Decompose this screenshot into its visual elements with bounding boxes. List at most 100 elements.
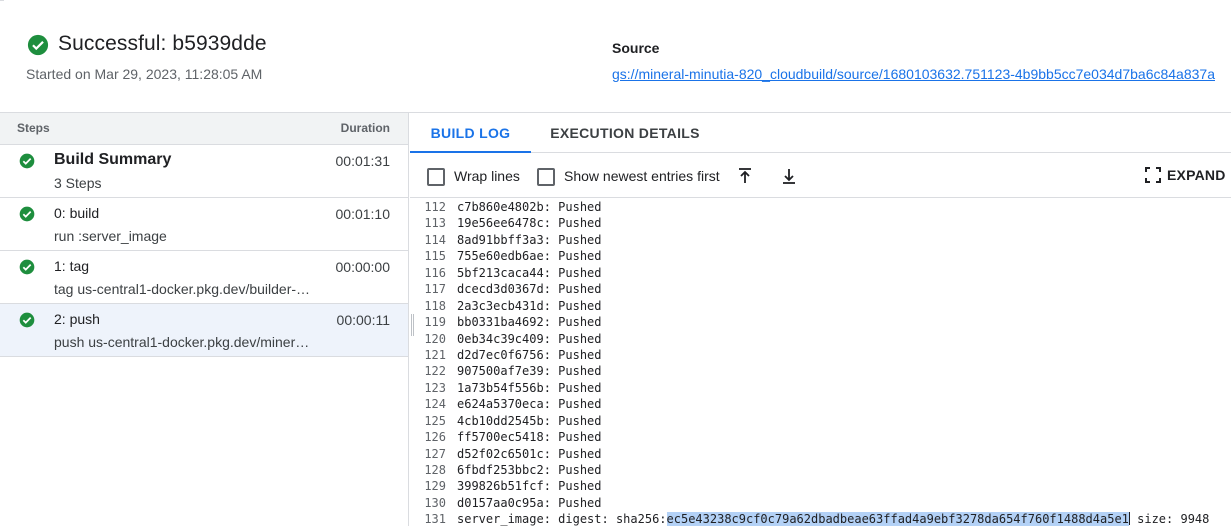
- log-line: 129 399826b51fcf: Pushed: [410, 478, 1231, 494]
- scroll-to-bottom-icon[interactable]: [779, 166, 799, 186]
- fullscreen-icon: [1145, 167, 1161, 183]
- log-line: 121 d2d7ec0f6756: Pushed: [410, 347, 1231, 363]
- line-number: 119: [424, 315, 446, 330]
- line-number: 129: [424, 479, 446, 494]
- log-line: 120 0eb34c39c409: Pushed: [410, 331, 1231, 347]
- line-number: 131: [424, 512, 446, 526]
- log-text: d2d7ec0f6756: Pushed: [457, 347, 602, 362]
- log-text: 1a73b54f556b: Pushed: [457, 380, 602, 395]
- step-name: Build Summary: [54, 151, 172, 168]
- log-line: 117 dcecd3d0367d: Pushed: [410, 281, 1231, 297]
- line-number: 121: [424, 347, 446, 362]
- step-name: 1: tag: [54, 258, 90, 274]
- log-text: e624a5370eca: Pushed: [457, 397, 602, 412]
- line-number: 116: [424, 265, 446, 280]
- log-line: 127 d52f02c6501c: Pushed: [410, 446, 1231, 462]
- step-build[interactable]: 0: build run :server_image 00:01:10: [0, 198, 408, 251]
- success-check-icon: [19, 312, 35, 328]
- tab-build-log[interactable]: BUILD LOG: [410, 113, 531, 153]
- log-text: 399826b51fcf: Pushed: [457, 479, 602, 494]
- log-line: 123 1a73b54f556b: Pushed: [410, 380, 1231, 396]
- log-line: 119 bb0331ba4692: Pushed: [410, 314, 1231, 330]
- scroll-to-top-icon[interactable]: [735, 166, 755, 186]
- success-check-icon: [19, 153, 35, 169]
- log-line: 124 e624a5370eca: Pushed: [410, 396, 1231, 412]
- log-text: d52f02c6501c: Pushed: [457, 446, 602, 461]
- steps-column-header: Steps: [17, 121, 50, 135]
- line-number: 113: [424, 216, 446, 231]
- log-panel: BUILD LOG EXECUTION DETAILS Wrap lines S…: [410, 113, 1231, 526]
- log-text: 6fbdf253bbc2: Pushed: [457, 463, 602, 477]
- log-text: bb0331ba4692: Pushed: [457, 315, 602, 330]
- log-line: 128 6fbdf253bbc2: Pushed: [410, 462, 1231, 478]
- line-number: 114: [424, 232, 446, 247]
- step-description: push us-central1-docker.pkg.dev/mineral-…: [54, 334, 316, 350]
- started-time: Started on Mar 29, 2023, 11:28:05 AM: [26, 66, 263, 82]
- step-push[interactable]: 2: push push us-central1-docker.pkg.dev/…: [0, 304, 408, 357]
- page-title: Successful: b5939dde: [58, 32, 267, 55]
- step-build-summary[interactable]: Build Summary 3 Steps 00:01:31: [0, 145, 408, 198]
- line-number: 123: [424, 380, 446, 395]
- wrap-lines-label: Wrap lines: [454, 168, 520, 184]
- log-line: 114 8ad91bbff3a3: Pushed: [410, 232, 1231, 248]
- log-tabs: BUILD LOG EXECUTION DETAILS: [410, 113, 1231, 153]
- log-text: 0eb34c39c409: Pushed: [457, 331, 602, 346]
- steps-table-header: Steps Duration: [0, 113, 408, 145]
- log-line: 118 2a3c3ecb431d: Pushed: [410, 298, 1231, 314]
- line-number: 127: [424, 446, 446, 461]
- log-text: dcecd3d0367d: Pushed: [457, 282, 602, 297]
- log-text: server_image: digest: sha256:ec5e43238c9…: [457, 511, 1209, 526]
- show-newest-checkbox[interactable]: [537, 168, 555, 186]
- source-link[interactable]: gs://mineral-minutia-820_cloudbuild/sour…: [612, 66, 1231, 82]
- log-text: 5bf213caca44: Pushed: [457, 265, 602, 280]
- log-line: 126 ff5700ec5418: Pushed: [410, 429, 1231, 445]
- success-check-icon: [19, 259, 35, 275]
- build-header: Successful: b5939dde Started on Mar 29, …: [0, 0, 1231, 113]
- log-text: 755e60edb6ae: Pushed: [457, 249, 602, 264]
- step-name: 0: build: [54, 205, 100, 221]
- build-log-output[interactable]: 112 c7b860e4802b: Pushed 113 19e56ee6478c: …: [410, 199, 1231, 526]
- success-check-icon: [19, 206, 35, 222]
- log-text: 8ad91bbff3a3: Pushed: [457, 232, 602, 247]
- step-tag[interactable]: 1: tag tag us-central1-docker.pkg.dev/bu…: [0, 251, 408, 304]
- log-line: 122 907500af7e39: Pushed: [410, 363, 1231, 379]
- line-number: 128: [424, 463, 446, 477]
- step-duration: 00:00:00: [335, 259, 391, 275]
- log-text: 2a3c3ecb431d: Pushed: [457, 298, 602, 313]
- source-label: Source: [612, 40, 660, 56]
- step-description: tag us-central1-docker.pkg.dev/builder-e…: [54, 281, 316, 297]
- steps-panel: Steps Duration Build Summary 3 Steps 00:…: [0, 113, 409, 526]
- log-line: 113 19e56ee6478c: Pushed: [410, 215, 1231, 231]
- step-duration: 00:01:31: [335, 153, 391, 169]
- success-check-icon: [27, 34, 49, 56]
- line-number: 124: [424, 397, 446, 412]
- log-line: 115 755e60edb6ae: Pushed: [410, 248, 1231, 264]
- tab-execution-details[interactable]: EXECUTION DETAILS: [550, 113, 700, 153]
- log-line: 112 c7b860e4802b: Pushed: [410, 199, 1231, 215]
- log-text: 19e56ee6478c: Pushed: [457, 216, 602, 231]
- log-lines: 112 c7b860e4802b: Pushed 113 19e56ee6478c: …: [410, 199, 1231, 511]
- line-number: 115: [424, 249, 446, 264]
- log-toolbar: Wrap lines Show newest entries first EXP…: [410, 153, 1231, 198]
- expand-button[interactable]: EXPAND: [1145, 167, 1225, 187]
- log-line-digest: 131 server_image: digest: sha256:ec5e432…: [410, 511, 1231, 526]
- step-duration: 00:01:10: [335, 206, 391, 222]
- step-duration: 00:00:11: [336, 312, 390, 328]
- log-line: 116 5bf213caca44: Pushed: [410, 265, 1231, 281]
- line-number: 122: [424, 364, 446, 379]
- line-number: 112: [424, 200, 446, 214]
- line-number: 126: [424, 430, 446, 445]
- line-number: 130: [424, 495, 446, 510]
- log-line: 130 d0157aa0c95a: Pushed: [410, 495, 1231, 511]
- digest-size: size: 9948: [1129, 512, 1210, 526]
- step-description: 3 Steps: [54, 175, 102, 191]
- selected-digest: ec5e43238c9cf0c79a62dbadbeae63ffad4a9ebf…: [666, 512, 1129, 526]
- line-number: 125: [424, 413, 446, 428]
- expand-label: EXPAND: [1167, 167, 1226, 183]
- line-number: 117: [424, 282, 446, 297]
- wrap-lines-checkbox[interactable]: [427, 168, 445, 186]
- log-text: d0157aa0c95a: Pushed: [457, 495, 602, 510]
- log-text: ff5700ec5418: Pushed: [457, 430, 602, 445]
- step-description: run :server_image: [54, 228, 167, 244]
- log-text: 4cb10dd2545b: Pushed: [457, 413, 602, 428]
